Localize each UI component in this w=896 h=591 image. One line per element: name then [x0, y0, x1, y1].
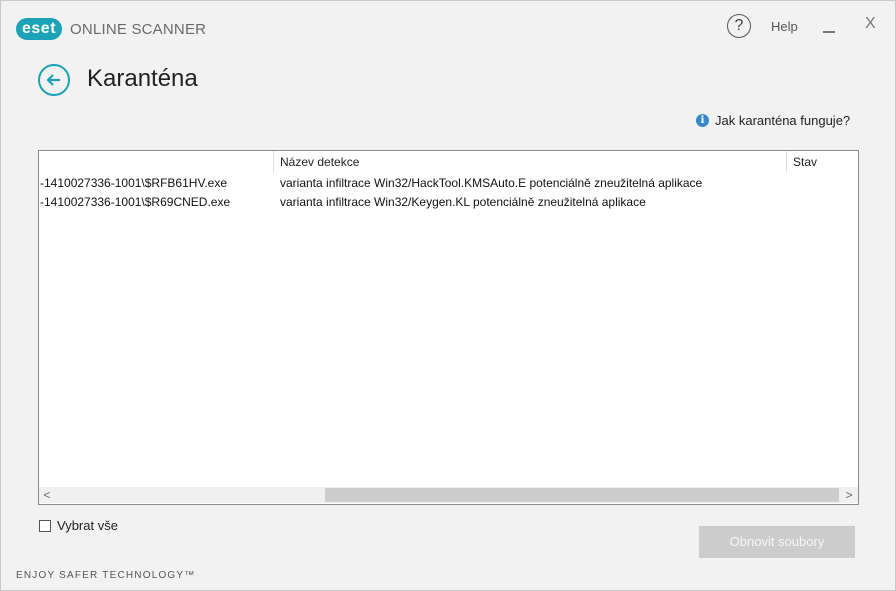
restore-files-button[interactable]: Obnovit soubory: [699, 526, 855, 558]
scrollbar-thumb[interactable]: [325, 488, 839, 502]
eset-logo: eset ONLINE SCANNER: [16, 18, 206, 40]
column-header-status[interactable]: Stav: [793, 155, 817, 169]
app-window: eset ONLINE SCANNER ? Help X Karanténa i…: [0, 0, 896, 591]
column-separator[interactable]: [273, 151, 274, 173]
info-icon: i: [696, 114, 709, 127]
horizontal-scrollbar[interactable]: < >: [39, 487, 858, 503]
detection-cell: varianta infiltrace Win32/Keygen.KL pote…: [280, 195, 646, 209]
product-name: ONLINE SCANNER: [70, 20, 207, 38]
file-name-cell: -1410027336-1001\$RFB61HV.exe: [40, 176, 228, 190]
quarantine-help-link[interactable]: i Jak karanténa funguje?: [696, 113, 850, 128]
select-all-label[interactable]: Vybrat vše: [57, 518, 118, 533]
file-name-cell: -1410027336-1001\$R69CNED.exe: [40, 195, 231, 209]
tagline: ENJOY SAFER TECHNOLOGY™: [16, 570, 196, 581]
help-icon[interactable]: ?: [727, 14, 751, 38]
column-separator[interactable]: [786, 151, 787, 173]
back-arrow-icon[interactable]: [38, 64, 70, 96]
quarantine-help-text[interactable]: Jak karanténa funguje?: [715, 113, 850, 128]
page-title: Karanténa: [87, 65, 198, 92]
select-all[interactable]: Vybrat vše: [39, 518, 118, 533]
table-row[interactable]: -1410027336-1001\$RFB61HV.exe varianta i…: [39, 176, 858, 195]
table-row[interactable]: -1410027336-1001\$R69CNED.exe varianta i…: [39, 195, 858, 214]
table-header: Název detekce Stav: [39, 151, 858, 173]
close-icon[interactable]: X: [865, 15, 876, 33]
scroll-right-icon[interactable]: >: [841, 487, 857, 503]
help-link[interactable]: Help: [771, 19, 798, 34]
scroll-left-icon[interactable]: <: [39, 487, 55, 503]
eset-logo-badge: eset: [16, 18, 63, 40]
detection-cell: varianta infiltrace Win32/HackTool.KMSAu…: [280, 176, 703, 190]
minimize-icon[interactable]: [821, 21, 837, 33]
quarantine-table[interactable]: Název detekce Stav -1410027336-1001\$RFB…: [38, 150, 859, 505]
select-all-checkbox[interactable]: [39, 519, 51, 532]
column-header-detection[interactable]: Název detekce: [280, 155, 359, 169]
